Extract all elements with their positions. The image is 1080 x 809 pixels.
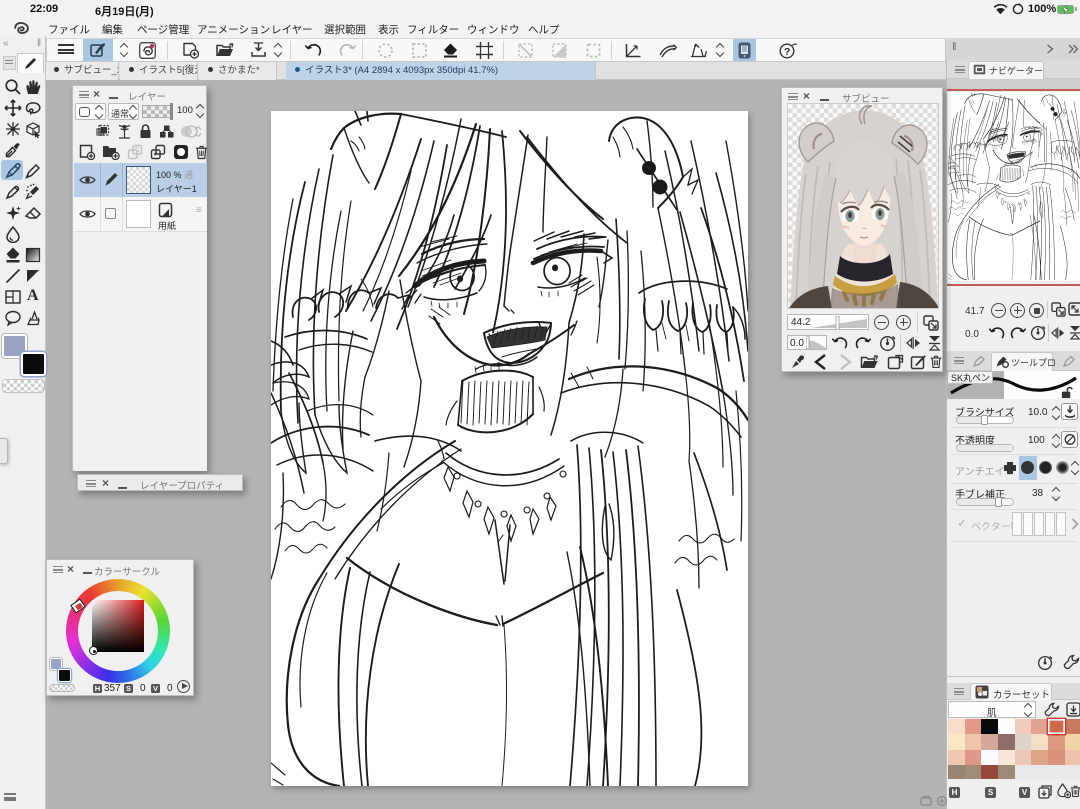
svg-text:?: ?	[784, 46, 790, 58]
